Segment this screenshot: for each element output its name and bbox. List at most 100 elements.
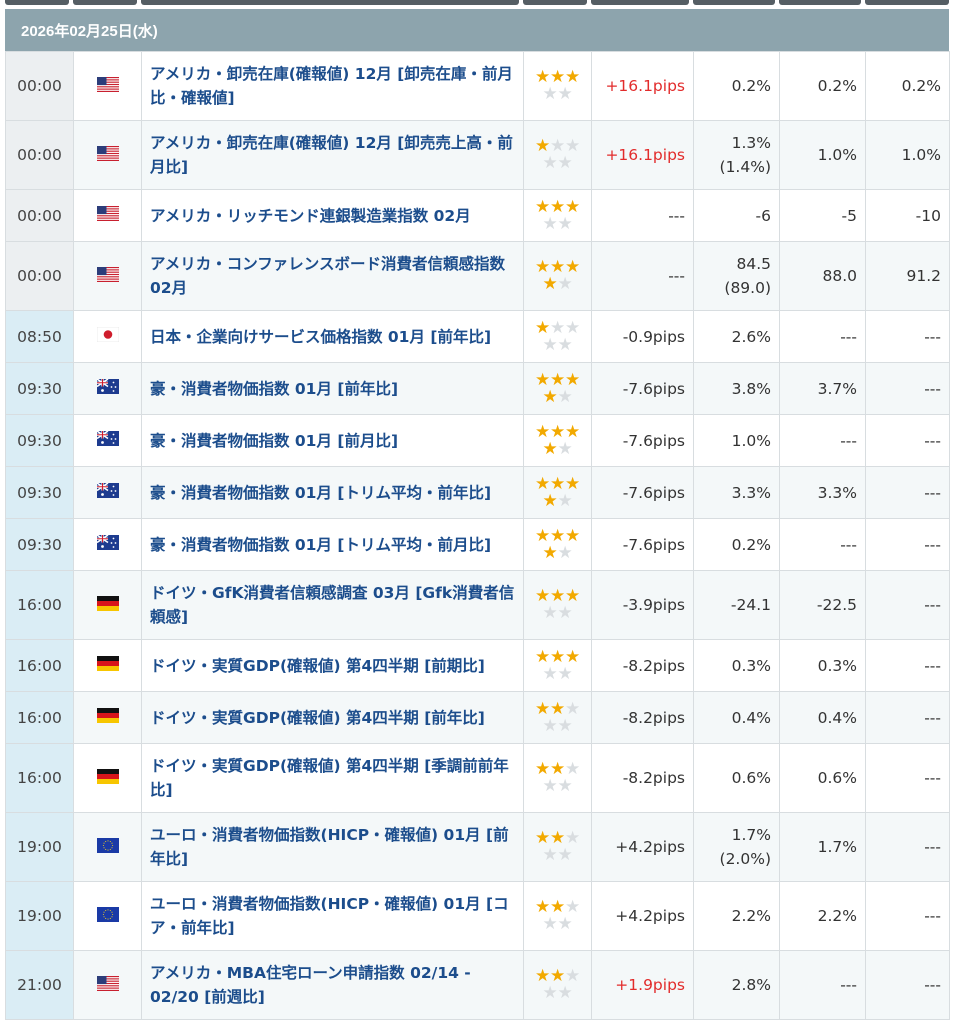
event-name-link[interactable]: アメリカ・コンファレンスボード消費者信頼感指数 02月 — [141, 241, 524, 311]
event-row[interactable]: 16:00 ドイツ・実質GDP(確報値) 第4四半期 [季調前前年比] ★ ★ ★ ★… — [5, 743, 950, 813]
au-flag-icon — [96, 430, 119, 450]
pips-change: --- — [591, 241, 694, 311]
previous-value: 91.2 — [865, 241, 950, 311]
country-flag-cell — [73, 310, 142, 363]
importance-stars: ★ ★ ★ ★ ★ — [523, 812, 592, 882]
result-value: 2.8% — [693, 950, 780, 1020]
event-row[interactable]: 09:30 豪・消費者物価指数 01月 [トリム平均・前月比] ★ ★ ★ ★ ★ -7… — [5, 518, 950, 571]
importance-stars: ★ ★ ★ ★ ★ — [523, 189, 592, 242]
jp-flag-icon — [96, 326, 119, 346]
star-icon: ★ — [542, 213, 558, 234]
star-icon: ★ — [565, 369, 581, 390]
result-value: 0.2% — [693, 51, 780, 121]
event-row[interactable]: 09:30 豪・消費者物価指数 01月 [前月比] ★ ★ ★ ★ ★ -7.6pips… — [5, 414, 950, 467]
forecast-value: --- — [779, 310, 866, 363]
pips-change: -3.9pips — [591, 570, 694, 640]
event-name-link[interactable]: ドイツ・実質GDP(確報値) 第4四半期 [前期比] — [141, 639, 524, 692]
previous-value: --- — [865, 639, 950, 692]
event-name-link[interactable]: アメリカ・リッチモンド連銀製造業指数 02月 — [141, 189, 524, 242]
star-icon: ★ — [542, 542, 558, 563]
star-icon: ★ — [535, 473, 551, 494]
star-icon: ★ — [565, 421, 581, 442]
event-row[interactable]: 09:30 豪・消費者物価指数 01月 [前年比] ★ ★ ★ ★ ★ -7.6pips… — [5, 362, 950, 415]
event-name-link[interactable]: アメリカ・卸売在庫(確報値) 12月 [卸売在庫・前月比・確報値] — [141, 51, 524, 121]
event-time: 21:00 — [5, 950, 74, 1020]
event-name-link[interactable]: ドイツ・実質GDP(確報値) 第4四半期 [前年比] — [141, 691, 524, 744]
star-icon: ★ — [542, 274, 558, 294]
event-name-link[interactable]: 日本・企業向けサービス価格指数 01月 [前年比] — [141, 310, 524, 363]
star-icon: ★ — [550, 698, 566, 719]
de-flag-icon — [96, 656, 119, 675]
event-row[interactable]: 09:30 豪・消費者物価指数 01月 [トリム平均・前年比] ★ ★ ★ ★ ★ -7… — [5, 466, 950, 519]
result-value: -24.1 — [693, 570, 780, 640]
event-time: 16:00 — [5, 639, 74, 692]
importance-stars: ★ ★ ★ ★ ★ — [523, 120, 592, 190]
event-name-link[interactable]: アメリカ・MBA住宅ローン申請指数 02/14 - 02/20 [前週比] — [141, 950, 524, 1020]
event-name-link[interactable]: 豪・消費者物価指数 01月 [トリム平均・前月比] — [141, 518, 524, 571]
us-flag-icon — [96, 76, 119, 96]
star-icon: ★ — [550, 317, 566, 338]
event-row[interactable]: 19:00 ユーロ・消費者物価指数(HICP・確報値) 01月 [前年比] ★ ★… — [5, 812, 950, 882]
event-time: 00:00 — [5, 51, 74, 121]
pips-change: -7.6pips — [591, 466, 694, 519]
revised-value: (89.0) — [724, 279, 771, 297]
pips-change: -7.6pips — [591, 518, 694, 571]
previous-value: --- — [865, 691, 950, 744]
result-value: 1.3% (1.4%) — [693, 120, 780, 190]
country-flag-cell — [73, 51, 142, 121]
previous-value: --- — [865, 570, 950, 640]
country-flag-cell — [73, 743, 142, 813]
event-name-link[interactable]: ドイツ・GfK消費者信頼感調査 03月 [Gfk消費者信頼感] — [141, 570, 524, 640]
event-name-link[interactable]: 豪・消費者物価指数 01月 [前月比] — [141, 414, 524, 467]
star-icon: ★ — [535, 646, 551, 667]
event-row[interactable]: 19:00 ユーロ・消費者物価指数(HICP・確報値) 01月 [コア・前年比]… — [5, 881, 950, 951]
event-time: 16:00 — [5, 743, 74, 813]
importance-stars: ★ ★ ★ ★ ★ — [523, 950, 592, 1020]
star-icon: ★ — [550, 646, 566, 667]
event-row[interactable]: 00:00 アメリカ・リッチモンド連銀製造業指数 02月 ★ ★ ★ ★ ★ --- -… — [5, 189, 950, 242]
pips-change: --- — [591, 189, 694, 242]
star-icon: ★ — [557, 542, 573, 563]
importance-stars: ★ ★ ★ ★ ★ — [523, 639, 592, 692]
event-row[interactable]: 16:00 ドイツ・実質GDP(確報値) 第4四半期 [前期比] ★ ★ ★ ★ ★ -… — [5, 639, 950, 692]
star-icon: ★ — [557, 845, 573, 865]
forecast-value: 0.3% — [779, 639, 866, 692]
previous-value: -10 — [865, 189, 950, 242]
event-name-link[interactable]: ユーロ・消費者物価指数(HICP・確報値) 01月 [前年比] — [141, 812, 524, 882]
event-row[interactable]: 21:00 アメリカ・MBA住宅ローン申請指数 02/14 - 02/20 [前… — [5, 950, 950, 1020]
event-name-link[interactable]: アメリカ・卸売在庫(確報値) 12月 [卸売売上高・前月比] — [141, 120, 524, 190]
country-flag-cell — [73, 639, 142, 692]
event-row[interactable]: 00:00 アメリカ・卸売在庫(確報値) 12月 [卸売在庫・前月比・確報値] … — [5, 51, 950, 121]
pips-change: -0.9pips — [591, 310, 694, 363]
event-name-link[interactable]: 豪・消費者物価指数 01月 [前年比] — [141, 362, 524, 415]
event-row[interactable]: 00:00 アメリカ・コンファレンスボード消費者信頼感指数 02月 ★ ★ ★ ★ ★ … — [5, 241, 950, 311]
event-row[interactable]: 16:00 ドイツ・実質GDP(確報値) 第4四半期 [前年比] ★ ★ ★ ★ ★ -… — [5, 691, 950, 744]
event-name-link[interactable]: 豪・消費者物価指数 01月 [トリム平均・前年比] — [141, 466, 524, 519]
star-icon: ★ — [542, 438, 558, 459]
star-icon: ★ — [535, 196, 551, 217]
previous-value: --- — [865, 310, 950, 363]
pips-change: +16.1pips — [591, 120, 694, 190]
event-name-link[interactable]: ユーロ・消費者物価指数(HICP・確報値) 01月 [コア・前年比] — [141, 881, 524, 951]
star-icon: ★ — [550, 421, 566, 442]
event-row[interactable]: 00:00 アメリカ・卸売在庫(確報値) 12月 [卸売売上高・前月比] ★ ★ ★… — [5, 120, 950, 190]
event-time: 09:30 — [5, 414, 74, 467]
de-flag-icon — [96, 595, 119, 615]
importance-stars: ★ ★ ★ ★ ★ — [523, 241, 592, 311]
de-flag-icon — [96, 708, 119, 727]
event-time: 19:00 — [5, 812, 74, 882]
event-name-link[interactable]: ドイツ・実質GDP(確報値) 第4四半期 [季調前前年比] — [141, 743, 524, 813]
forecast-value: 3.3% — [779, 466, 866, 519]
star-icon: ★ — [542, 386, 558, 407]
previous-value: --- — [865, 518, 950, 571]
star-icon: ★ — [557, 386, 573, 407]
event-time: 00:00 — [5, 241, 74, 311]
star-icon: ★ — [542, 663, 558, 684]
forecast-value: 1.7% — [779, 812, 866, 882]
event-row[interactable]: 16:00 ドイツ・GfK消費者信頼感調査 03月 [Gfk消費者信頼感] ★ ★… — [5, 570, 950, 640]
star-icon: ★ — [557, 914, 573, 934]
event-row[interactable]: 08:50 日本・企業向けサービス価格指数 01月 [前年比] ★ ★ ★ ★ ★ -0… — [5, 310, 950, 363]
star-icon: ★ — [535, 525, 551, 546]
result-value: 0.3% — [693, 639, 780, 692]
result-value: 0.4% — [693, 691, 780, 744]
